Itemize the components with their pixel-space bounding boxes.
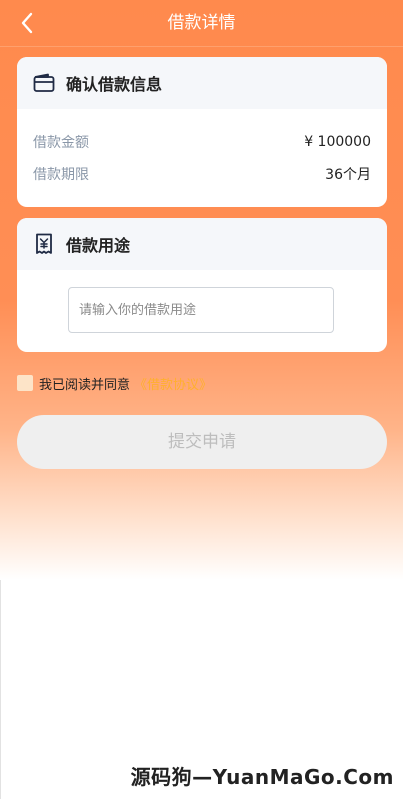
loan-term-value: 36个月 [325, 167, 371, 183]
loan-amount-value: ¥ 100000 [304, 134, 371, 150]
loan-purpose-card-title: 借款用途 [66, 236, 131, 255]
top-nav-bar: 借款详情 [0, 0, 403, 47]
page-title: 借款详情 [167, 13, 236, 33]
agreement-text: 我已阅读并同意 [39, 377, 131, 393]
agreement-checkbox[interactable] [17, 375, 33, 391]
agreement-row: 我已阅读并同意 《借款协议》 [17, 374, 212, 393]
page-edge-divider [0, 580, 1, 799]
receipt-icon [33, 233, 55, 255]
watermark-text: 源码狗—YuanMaGo.Com [130, 765, 394, 789]
loan-purpose-input[interactable] [68, 287, 334, 333]
wallet-icon [33, 72, 55, 94]
loan-amount-row: 借款金额 ¥ 100000 [33, 131, 371, 153]
loan-purpose-card-header: 借款用途 [17, 218, 387, 270]
submit-application-button[interactable]: 提交申请 [17, 415, 387, 469]
loan-info-card-header: 确认借款信息 [17, 57, 387, 109]
loan-term-row: 借款期限 36个月 [33, 163, 371, 185]
loan-purpose-card: 借款用途 [17, 218, 387, 352]
loan-agreement-link[interactable]: 《借款协议》 [134, 374, 212, 393]
loan-term-label: 借款期限 [33, 167, 89, 183]
loan-info-card: 确认借款信息 借款金额 ¥ 100000 借款期限 36个月 [17, 57, 387, 207]
loan-amount-label: 借款金额 [33, 135, 89, 151]
loan-info-card-title: 确认借款信息 [66, 75, 163, 94]
